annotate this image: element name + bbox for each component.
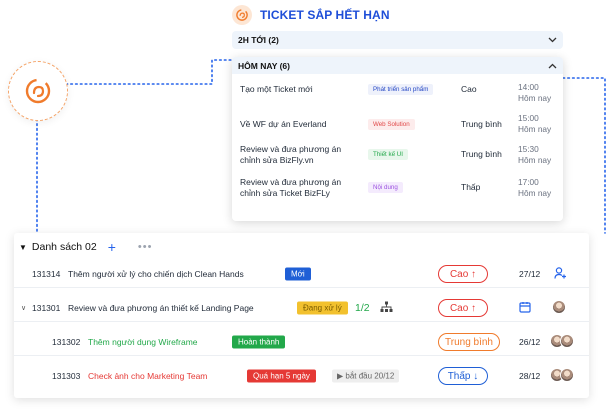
chevron-down-icon	[548, 37, 557, 43]
group-2h-toggle[interactable]: 2H TỚI (2)	[232, 31, 563, 49]
task-row[interactable]: ∨ 131301 Review và đưa phương án thiết k…	[14, 294, 589, 322]
status-badge[interactable]: Mới	[285, 267, 311, 281]
more-options-icon[interactable]: •••	[138, 241, 153, 253]
due-date: 28/12	[519, 371, 541, 381]
ticket-time: 17:00 Hôm nay	[518, 177, 552, 198]
chevron-up-icon	[548, 63, 557, 68]
expand-chevron-icon[interactable]: ∨	[21, 304, 26, 312]
priority-pill[interactable]: Thấp ↓	[438, 367, 488, 385]
task-id: 131302	[52, 337, 81, 347]
ticket-header: TICKET SẮP HẾT HẠN	[232, 5, 390, 25]
due-date: 26/12	[519, 337, 541, 347]
task-title[interactable]: Thêm người xử lý cho chiến dịch Clean Ha…	[68, 269, 244, 279]
ticket-tag: Web Solution	[368, 119, 415, 130]
ticket-priority: Cao	[461, 84, 477, 94]
brand-logo-bubble	[8, 61, 68, 121]
task-row[interactable]: 131302 Thêm người dụng Wireframe Hoàn th…	[14, 328, 589, 356]
group-today-label: HÔM NAY (6)	[238, 60, 290, 71]
priority-pill[interactable]: Trung bình	[438, 333, 500, 351]
task-row[interactable]: 131314 Thêm người xử lý cho chiến dịch C…	[14, 260, 589, 288]
ticket-tag: Thiết kế UI	[368, 149, 408, 160]
collapse-caret-icon[interactable]: ▼	[19, 243, 27, 252]
task-id: 131314	[32, 269, 61, 279]
calendar-icon[interactable]	[519, 301, 531, 315]
ticket-time: 15:00 Hôm nay	[518, 113, 552, 134]
status-badge[interactable]: Hoàn thành	[232, 335, 286, 349]
ticket-time: 14:00 Hôm nay	[518, 82, 552, 103]
ticket-priority: Thấp	[461, 182, 481, 192]
ticket-row[interactable]: Review và đưa phương án chỉnh sửa BizFly…	[232, 144, 563, 174]
group-2h-label: 2H TỚI (2)	[238, 35, 279, 45]
ticket-name: Tạo một Ticket mới	[240, 84, 313, 94]
status-badge[interactable]: Đang xử lý	[297, 301, 348, 315]
avatar[interactable]	[552, 300, 566, 316]
ticket-priority: Trung bình	[461, 149, 502, 159]
task-id: 131303	[52, 371, 81, 381]
ticket-panel-title: TICKET SẮP HẾT HẠN	[260, 8, 390, 22]
task-row[interactable]: 131303 Check ảnh cho Marketing Team Quá …	[14, 362, 589, 390]
list-header: ▼ Danh sách 02 + •••	[19, 240, 153, 254]
ticket-row[interactable]: Tạo một Ticket mới Phát triển sản phẩm C…	[232, 82, 563, 112]
subtask-count: 1/2	[355, 302, 370, 314]
add-task-icon[interactable]: +	[108, 240, 116, 254]
due-date: 27/12	[519, 269, 541, 279]
status-badge[interactable]: Quá hạn 5 ngày	[247, 369, 316, 383]
list-title: Danh sách 02	[31, 241, 97, 253]
avatar-group[interactable]	[550, 368, 574, 384]
ticket-time: 15:30 Hôm nay	[518, 144, 552, 165]
task-title[interactable]: Check ảnh cho Marketing Team	[88, 371, 207, 381]
avatar-group[interactable]	[550, 334, 574, 350]
priority-pill[interactable]: Cao ↑	[438, 299, 488, 317]
ticket-tag: Phát triển sản phẩm	[368, 84, 434, 95]
task-title[interactable]: Thêm người dụng Wireframe	[88, 337, 198, 347]
brand-logo-icon	[25, 78, 51, 104]
priority-pill[interactable]: Cao ↑	[438, 265, 488, 283]
ticket-priority: Trung bình	[461, 119, 502, 129]
start-date-badge: ▶ bắt đầu 20/12	[332, 369, 400, 383]
task-list-card: ▼ Danh sách 02 + ••• 131314 Thêm người x…	[14, 233, 589, 398]
brand-logo-small-icon	[232, 5, 252, 25]
ticket-name: Về WF dự án Everland	[240, 119, 327, 129]
ticket-row[interactable]: Về WF dự án Everland Web Solution Trung …	[232, 113, 563, 143]
ticket-name: Review và đưa phương án chỉnh sửa BizFly…	[240, 144, 342, 165]
task-id: 131301	[32, 303, 61, 313]
ticket-tag: Nội dung	[368, 182, 403, 193]
assign-user-icon[interactable]	[554, 267, 567, 282]
ticket-name: Review và đưa phương án chỉnh sửa Ticket…	[240, 177, 342, 198]
ticket-row[interactable]: Review và đưa phương án chỉnh sửa Ticket…	[232, 177, 563, 207]
task-title[interactable]: Review và đưa phương án thiết kế Landing…	[68, 303, 254, 313]
subtask-tree-icon	[380, 301, 393, 315]
ticket-panel-today: HÔM NAY (6) Tạo một Ticket mới Phát triể…	[232, 57, 563, 221]
group-today-toggle[interactable]: HÔM NAY (6)	[232, 57, 563, 74]
